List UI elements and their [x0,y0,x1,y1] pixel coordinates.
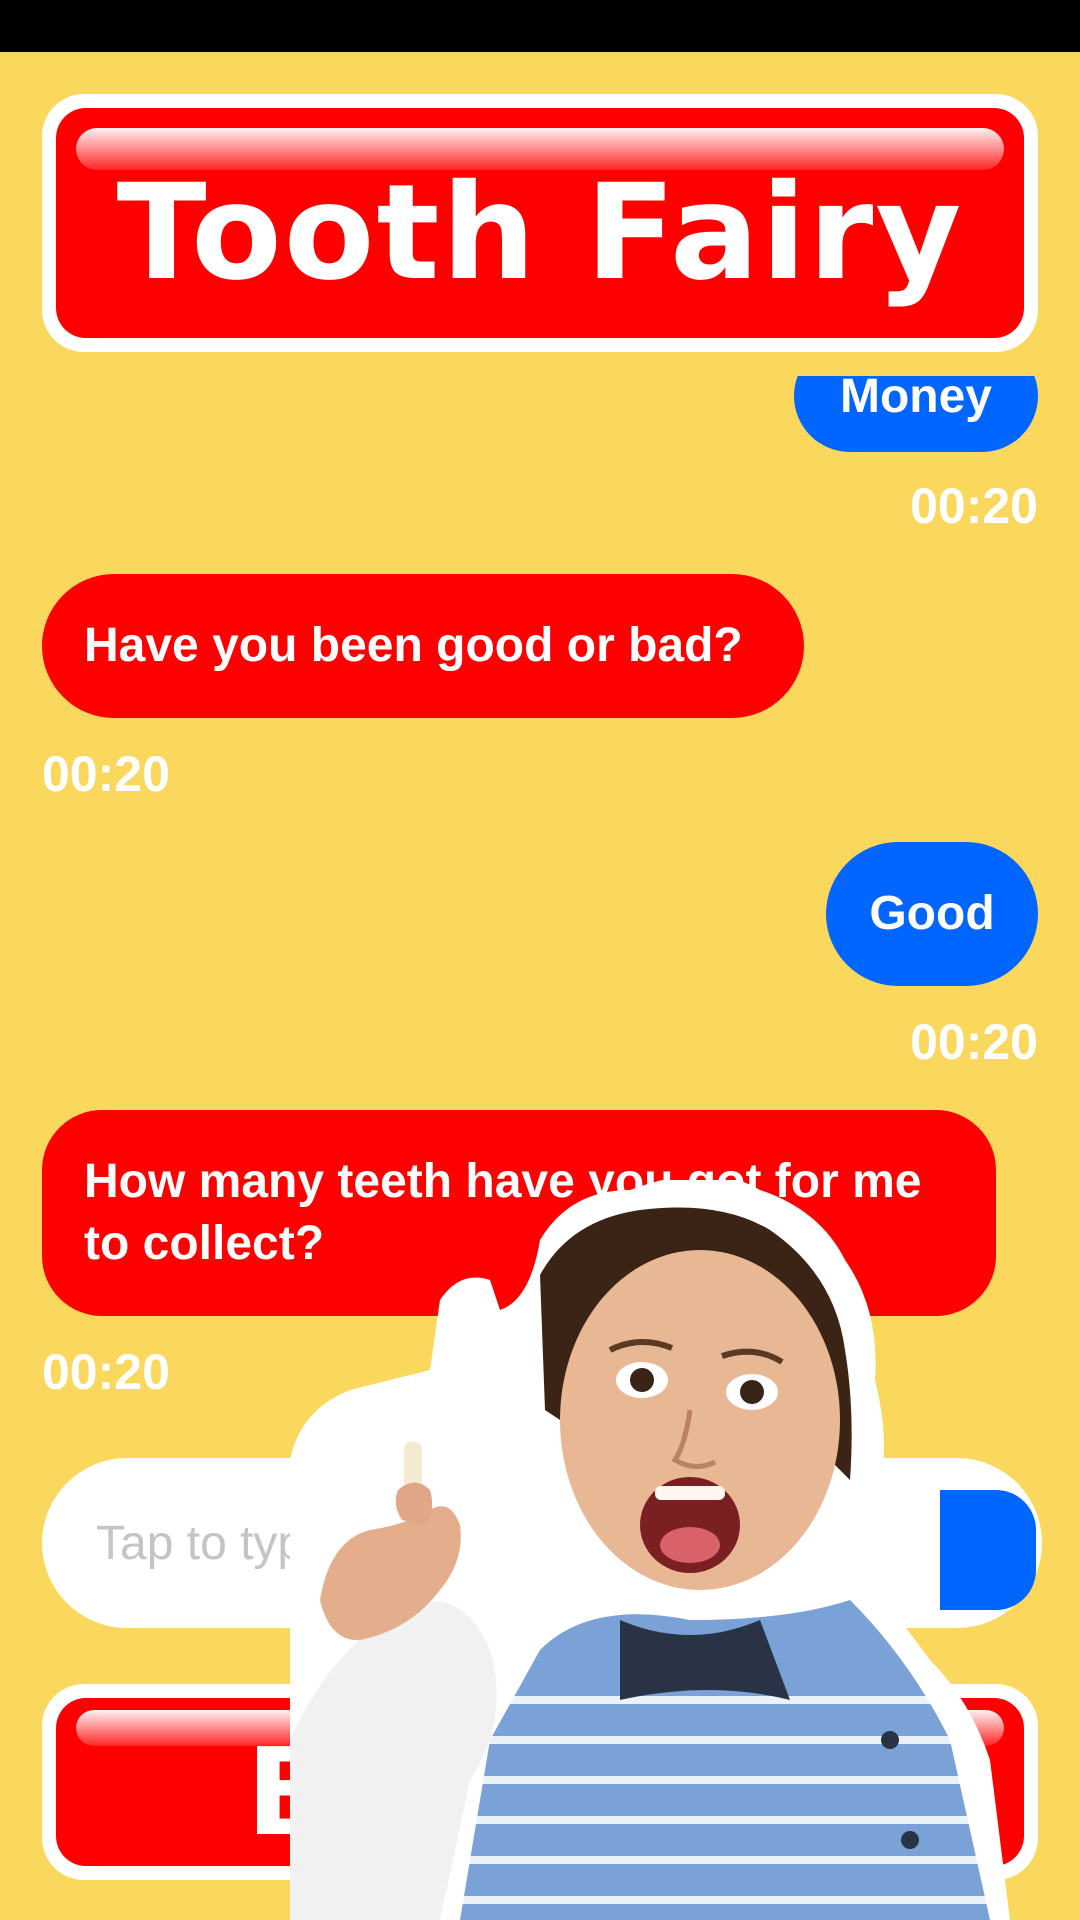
app-title: Tooth Fairy [116,156,964,310]
message-time: 00:20 [910,1014,1038,1070]
message-time: 00:20 [910,478,1038,534]
child-holding-tooth-photo [290,1180,1010,1920]
message-text: Money [839,376,992,423]
title-banner: Tooth Fairy [56,108,1024,338]
message-text: Good [869,887,995,940]
outgoing-message-bubble[interactable]: Good [826,842,1038,986]
outgoing-message-bubble[interactable]: Money [794,376,1038,452]
status-bar [0,0,1080,52]
message-text: Have you been good or bad? [84,619,743,672]
incoming-message-bubble[interactable]: Have you been good or bad? [42,574,804,718]
message-time: 00:20 [42,1344,170,1400]
message-time: 00:20 [42,746,170,802]
